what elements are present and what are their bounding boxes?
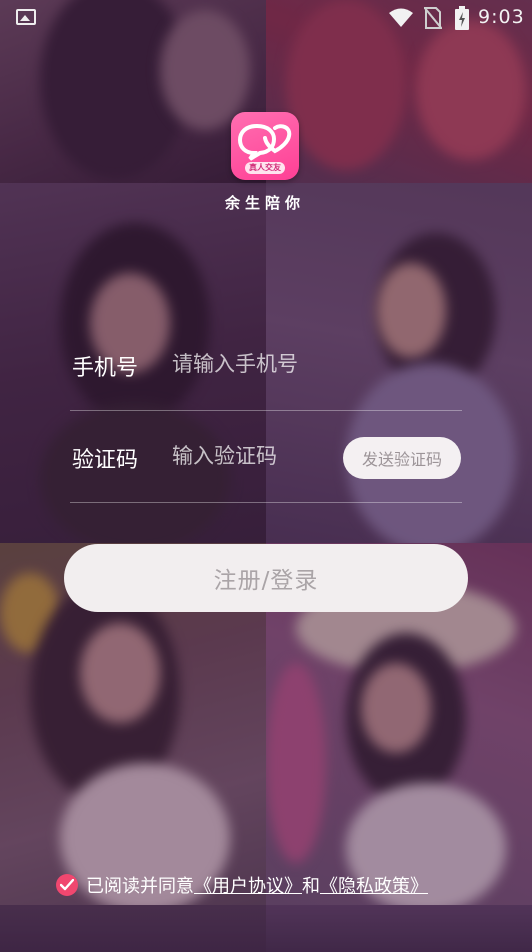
verification-code-row: 验证码 发送验证码 xyxy=(70,410,462,503)
wifi-icon xyxy=(389,8,413,27)
no-sim-icon xyxy=(424,7,442,29)
app-logo: 真人交友 xyxy=(231,112,299,180)
agreement-checkbox[interactable] xyxy=(56,874,78,896)
app-name: 余生陪你 xyxy=(224,194,305,212)
user-agreement-link[interactable]: 《用户协议》 xyxy=(194,876,302,897)
verification-code-input[interactable] xyxy=(172,438,372,474)
phone-label: 手机号 xyxy=(72,356,139,381)
agreement-conjunction: 和 xyxy=(302,876,320,897)
gallery-notification-icon xyxy=(16,9,36,25)
battery-charging-icon xyxy=(455,6,469,30)
phone-row: 手机号 xyxy=(70,318,462,411)
status-bar: 9:03 xyxy=(0,0,532,36)
verification-code-label: 验证码 xyxy=(72,448,139,473)
agreement-row: 已阅读并同意《用户协议》和《隐私政策》 xyxy=(56,872,496,900)
register-login-button[interactable]: 注册/登录 xyxy=(64,544,468,612)
checkmark-icon xyxy=(60,879,74,891)
chat-bubbles-icon xyxy=(237,123,292,161)
send-code-button[interactable]: 发送验证码 xyxy=(343,437,461,479)
status-time: 9:03 xyxy=(478,6,525,28)
agreement-prefix: 已阅读并同意 xyxy=(86,876,194,897)
logo-tag: 真人交友 xyxy=(245,162,285,174)
phone-input[interactable] xyxy=(172,346,372,382)
privacy-policy-link[interactable]: 《隐私政策》 xyxy=(320,876,428,897)
